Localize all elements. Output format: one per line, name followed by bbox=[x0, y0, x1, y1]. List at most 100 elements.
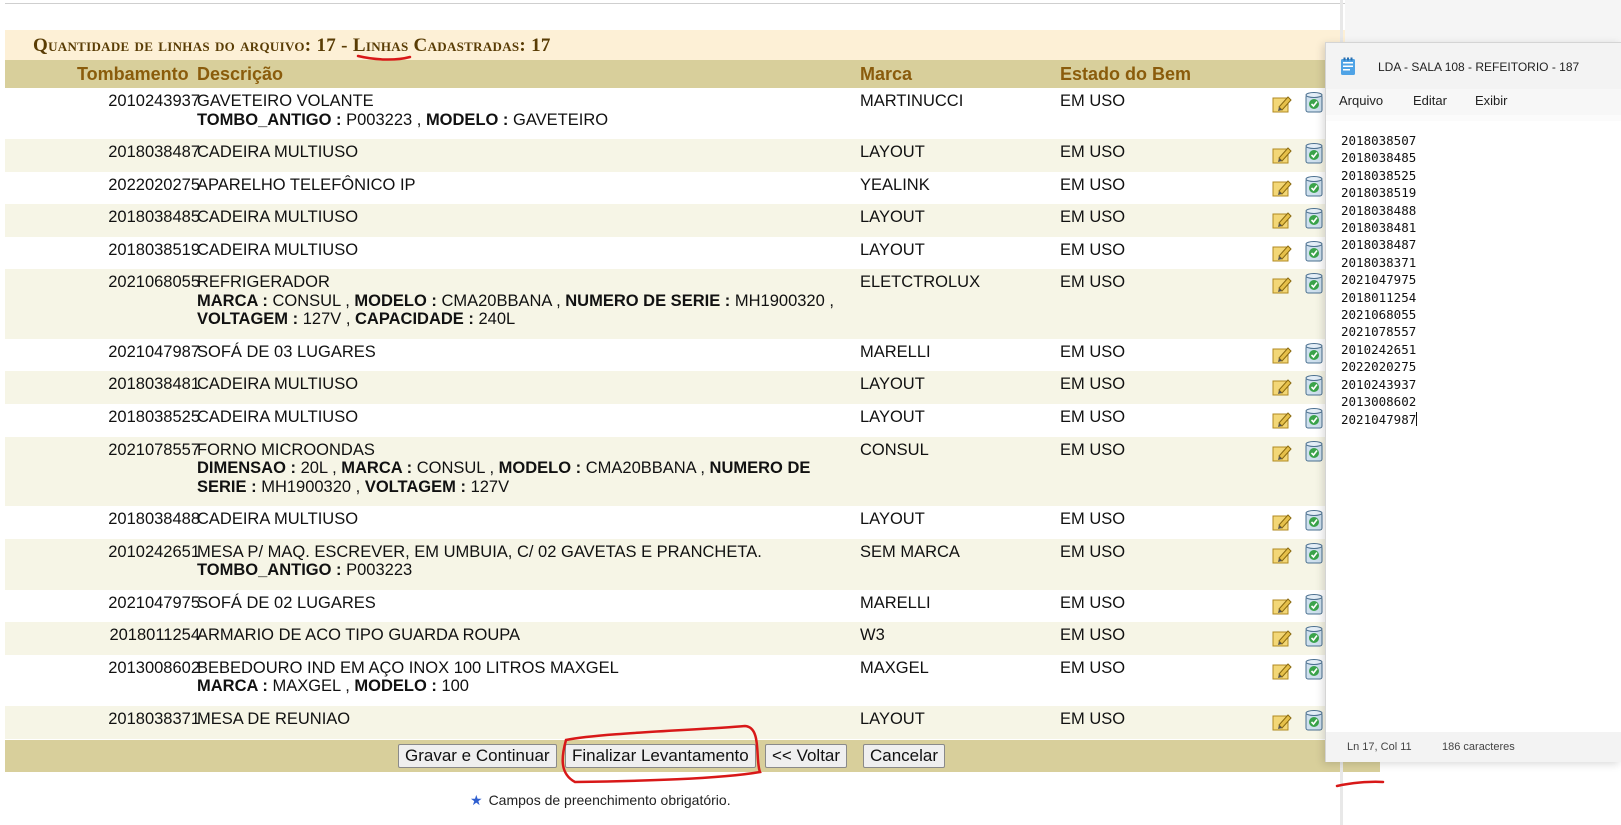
notepad-line-text: 2021078557 bbox=[1341, 324, 1417, 340]
finish-survey-button[interactable]: Finalizar Levantamento bbox=[565, 744, 756, 768]
edit-icon[interactable] bbox=[1272, 545, 1292, 565]
cell-tombamento: 2018038481 bbox=[108, 375, 200, 394]
edit-icon[interactable] bbox=[1272, 443, 1292, 463]
menu-arquivo[interactable]: Arquivo bbox=[1339, 93, 1383, 108]
edit-icon[interactable] bbox=[1272, 94, 1292, 114]
notepad-line-text: 2018011254 bbox=[1341, 289, 1417, 305]
notepad-line-text: 2021068055 bbox=[1341, 307, 1417, 323]
attribute-value: 127V , bbox=[298, 310, 356, 329]
edit-icon[interactable] bbox=[1272, 210, 1292, 230]
cell-estado: EM USO bbox=[1060, 273, 1126, 292]
cell-marca: LAYOUT bbox=[860, 208, 925, 227]
attribute-key: MARCA : bbox=[197, 291, 268, 310]
notepad-line: 2018038488 bbox=[1341, 202, 1621, 219]
edit-icon[interactable] bbox=[1272, 345, 1292, 365]
save-continue-button[interactable]: Gravar e Continuar bbox=[398, 744, 557, 768]
edit-icon[interactable] bbox=[1272, 596, 1292, 616]
notepad-text-area[interactable]: 2018038507 2018038485 2018038525 2018038519… bbox=[1326, 121, 1621, 733]
remove-icon[interactable] bbox=[1303, 240, 1325, 262]
column-header-marca: Marca bbox=[860, 64, 913, 84]
cell-tombamento: 2018038371 bbox=[108, 709, 200, 728]
menu-editar[interactable]: Editar bbox=[1413, 93, 1447, 108]
table-row: 2022020275 APARELHO TELEFÔNICO IP YEALINK E… bbox=[5, 172, 1380, 205]
table-row: 2021047987 SOFÁ DE 03 LUGARES MARELLI EM US… bbox=[5, 339, 1380, 372]
edit-icon[interactable] bbox=[1272, 275, 1292, 295]
table-row: 2018038371 MESA DE REUNIAO LAYOUT EM USO bbox=[5, 705, 1380, 739]
remove-icon[interactable] bbox=[1303, 342, 1325, 364]
table-row: 2021068055 REFRIGERADOR MARCA : CONSUL , M… bbox=[5, 269, 1380, 339]
notepad-line-text: 2010242651 bbox=[1341, 341, 1417, 357]
edit-icon[interactable] bbox=[1272, 243, 1292, 263]
items-table: 2010243937 GAVETEIRO VOLANTE TOMBO_ANTIGO … bbox=[5, 88, 1380, 771]
notepad-line: 2018038487 bbox=[1341, 236, 1621, 253]
remove-icon[interactable] bbox=[1303, 593, 1325, 615]
remove-icon[interactable] bbox=[1303, 142, 1325, 164]
notepad-line-text: 2018038485 bbox=[1341, 150, 1417, 166]
back-button[interactable]: << Voltar bbox=[765, 744, 848, 768]
notepad-titlebar[interactable]: LDA - SALA 108 - REFEITORIO - 187 bbox=[1326, 43, 1621, 89]
item-description: REFRIGERADOR bbox=[197, 273, 330, 292]
remove-icon[interactable] bbox=[1303, 407, 1325, 429]
remove-icon[interactable] bbox=[1303, 542, 1325, 564]
cell-marca: W3 bbox=[860, 626, 885, 645]
table-row: 2018011254 ARMARIO DE ACO TIPO GUARDA ROU… bbox=[5, 622, 1380, 655]
table-row: 2010243937 GAVETEIRO VOLANTE TOMBO_ANTIGO … bbox=[5, 88, 1380, 139]
notepad-line-text: 2018038371 bbox=[1341, 254, 1417, 270]
summary-separator: - bbox=[341, 35, 348, 56]
remove-icon[interactable] bbox=[1303, 272, 1325, 294]
attribute-value: 240L bbox=[473, 310, 516, 329]
item-description: ARMARIO DE ACO TIPO GUARDA ROUPA bbox=[197, 626, 521, 645]
edit-icon[interactable] bbox=[1272, 377, 1292, 397]
remove-icon[interactable] bbox=[1303, 709, 1325, 731]
cell-marca: LAYOUT bbox=[860, 408, 925, 427]
table-row: 2018038487 CADEIRA MULTIUSO LAYOUT EM USO bbox=[5, 139, 1380, 172]
notepad-line-text: 2013008602 bbox=[1341, 394, 1417, 410]
cell-tombamento: 2018011254 bbox=[109, 626, 200, 645]
cell-marca: ELETCTROLUX bbox=[860, 273, 981, 292]
remove-icon[interactable] bbox=[1303, 440, 1325, 462]
cancel-button[interactable]: Cancelar bbox=[863, 744, 946, 768]
attribute-value: P003223 , bbox=[341, 110, 426, 129]
cell-tombamento: 2018038488 bbox=[108, 510, 200, 529]
remove-icon[interactable] bbox=[1303, 207, 1325, 229]
attribute-value: P003223 bbox=[341, 561, 413, 580]
notepad-line: 2021047975 bbox=[1341, 271, 1621, 288]
edit-icon[interactable] bbox=[1272, 661, 1292, 681]
cell-marca: LAYOUT bbox=[860, 709, 925, 728]
notepad-line: 2018038485 bbox=[1341, 149, 1621, 166]
notepad-line: 2018011254 bbox=[1341, 289, 1621, 306]
remove-icon[interactable] bbox=[1303, 91, 1325, 113]
notepad-icon bbox=[1341, 57, 1355, 75]
required-star-icon: ★ bbox=[470, 792, 483, 808]
cell-descricao: CADEIRA MULTIUSO bbox=[197, 375, 847, 394]
edit-icon[interactable] bbox=[1272, 512, 1292, 532]
item-attributes-line: VOLTAGEM : 127V , CAPACIDADE : 240L bbox=[197, 310, 847, 329]
remove-icon[interactable] bbox=[1303, 509, 1325, 531]
remove-icon[interactable] bbox=[1303, 658, 1325, 680]
notepad-line-text: 2018038507 bbox=[1341, 133, 1417, 148]
remove-icon[interactable] bbox=[1303, 374, 1325, 396]
column-header-estado: Estado do Bem bbox=[1060, 64, 1192, 84]
cell-estado: EM USO bbox=[1060, 342, 1126, 361]
notepad-line: 2018038507 bbox=[1341, 132, 1621, 149]
cell-descricao: CADEIRA MULTIUSO bbox=[197, 241, 847, 260]
cell-estado: EM USO bbox=[1060, 440, 1126, 459]
cell-marca: SEM MARCA bbox=[860, 542, 960, 561]
cell-tombamento: 2010243937 bbox=[108, 92, 200, 110]
edit-icon[interactable] bbox=[1272, 712, 1292, 732]
menu-exibir[interactable]: Exibir bbox=[1475, 93, 1508, 108]
cell-descricao: BEBEDOURO IND EM AÇO INOX 100 LITROS MAX… bbox=[197, 659, 847, 696]
edit-icon[interactable] bbox=[1272, 145, 1292, 165]
edit-icon[interactable] bbox=[1272, 410, 1292, 430]
table-row: 2018038488 CADEIRA MULTIUSO LAYOUT EM USO bbox=[5, 506, 1380, 539]
remove-icon[interactable] bbox=[1303, 175, 1325, 197]
table-row: 2010242651 MESA P/ MAQ. ESCREVER, EM UMBU… bbox=[5, 538, 1380, 590]
remove-icon[interactable] bbox=[1303, 625, 1325, 647]
edit-icon[interactable] bbox=[1272, 628, 1292, 648]
cell-descricao: GAVETEIRO VOLANTE TOMBO_ANTIGO : P003223 … bbox=[197, 92, 847, 129]
summary-count-lines: 17 bbox=[316, 35, 337, 56]
edit-icon[interactable] bbox=[1272, 178, 1292, 198]
cell-marca: MARELLI bbox=[860, 342, 931, 361]
column-header-descricao: Descrição bbox=[197, 64, 284, 84]
cell-estado: EM USO bbox=[1060, 709, 1126, 728]
